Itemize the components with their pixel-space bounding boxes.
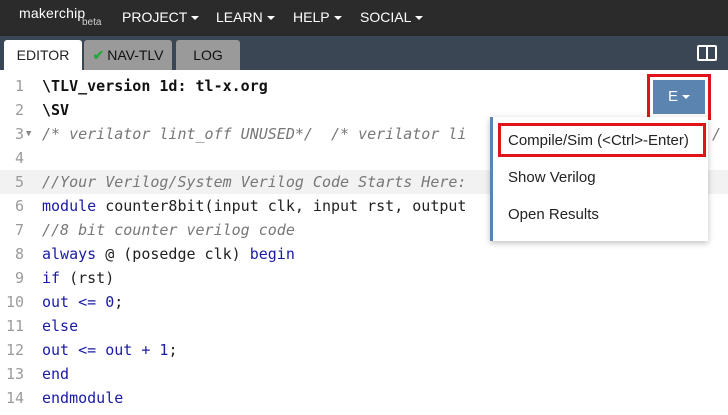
e-menu-button-label: E bbox=[667, 88, 678, 105]
code-line: 12 out <= out + 1; bbox=[0, 338, 728, 362]
chevron-down-icon bbox=[191, 16, 200, 20]
line-number: 11 bbox=[5, 317, 24, 335]
line-number: 12 bbox=[5, 341, 24, 359]
chevron-down-icon bbox=[682, 95, 690, 99]
line-number: 9 bbox=[14, 269, 24, 287]
line-number: 1 bbox=[14, 77, 24, 95]
code-line: 10 out <= 0; bbox=[0, 290, 728, 314]
code-line: 14 endmodule bbox=[0, 386, 728, 410]
tab-bar: EDITOR ✔ NAV-TLV LOG bbox=[0, 36, 728, 70]
line-number: 6 bbox=[14, 197, 24, 215]
line-text: always @ (posedge clk) begin bbox=[42, 245, 295, 263]
menu-project[interactable]: PROJECT bbox=[122, 9, 200, 25]
line-number: 5 bbox=[14, 173, 24, 191]
menu-social-label: SOCIAL bbox=[360, 9, 412, 25]
code-line: 9 if (rst) bbox=[0, 266, 728, 290]
line-text: out <= 0; bbox=[42, 293, 124, 311]
line-text: if (rst) bbox=[42, 269, 115, 287]
e-menu-button[interactable]: E bbox=[653, 80, 705, 114]
code-line: 11 else bbox=[0, 314, 728, 338]
line-number: 10 bbox=[5, 293, 24, 311]
line-text: out <= out + 1; bbox=[42, 341, 178, 359]
chevron-down-icon bbox=[415, 16, 424, 20]
logo-text: makerchip bbox=[19, 5, 86, 21]
line-text: module counter8bit(input clk, input rst,… bbox=[42, 197, 467, 215]
menu-help-label: HELP bbox=[293, 9, 330, 25]
line-number: 13 bbox=[5, 365, 24, 383]
menu-learn-label: LEARN bbox=[216, 9, 263, 25]
fold-arrow-icon[interactable]: ▼ bbox=[26, 122, 31, 146]
line-number: 2 bbox=[14, 101, 24, 119]
line-number: 7 bbox=[14, 221, 24, 239]
menu-item-show-verilog[interactable]: Show Verilog bbox=[493, 160, 708, 196]
line-text: //8 bit counter verilog code bbox=[42, 221, 295, 239]
line-text: end bbox=[42, 365, 70, 383]
compile-sim-highlight bbox=[498, 123, 706, 157]
beta-label: beta bbox=[82, 17, 102, 28]
chevron-down-icon bbox=[333, 16, 342, 20]
line-text: \TLV_version 1d: tl-x.org bbox=[42, 77, 268, 95]
line-number: 4 bbox=[14, 149, 24, 167]
code-line: 1 \TLV_version 1d: tl-x.org bbox=[0, 74, 728, 98]
code-line: 8 always @ (posedge clk) begin bbox=[0, 242, 728, 266]
line-number: 3 bbox=[14, 125, 24, 143]
code-line: 13 end bbox=[0, 362, 728, 386]
top-nav-bar: makerchip beta PROJECT LEARN HELP SOCIAL bbox=[0, 0, 728, 36]
line-number: 8 bbox=[14, 245, 24, 263]
check-icon: ✔ bbox=[92, 47, 105, 63]
line-text-tail: / bbox=[712, 125, 722, 143]
line-text: \SV bbox=[42, 101, 70, 119]
tab-log[interactable]: LOG bbox=[176, 40, 240, 70]
menu-project-label: PROJECT bbox=[122, 9, 188, 25]
tab-nav-tlv[interactable]: ✔ NAV-TLV bbox=[84, 40, 172, 70]
menu-learn[interactable]: LEARN bbox=[216, 9, 275, 25]
tab-editor[interactable]: EDITOR bbox=[4, 40, 82, 70]
menu-item-open-results[interactable]: Open Results bbox=[493, 197, 708, 233]
menu-help[interactable]: HELP bbox=[293, 9, 342, 25]
line-text: //Your Verilog/System Verilog Code Start… bbox=[42, 173, 467, 191]
makerchip-logo[interactable]: makerchip beta bbox=[19, 5, 101, 28]
line-number: 14 bbox=[5, 389, 24, 407]
line-text: else bbox=[42, 317, 79, 335]
tab-nav-tlv-label: NAV-TLV bbox=[107, 47, 164, 63]
line-text: /* verilator lint_off UNUSED*/ /* verila… bbox=[42, 125, 467, 143]
menu-social[interactable]: SOCIAL bbox=[360, 9, 424, 25]
chevron-down-icon bbox=[266, 16, 275, 20]
line-text: endmodule bbox=[42, 389, 124, 407]
split-view-icon[interactable] bbox=[697, 45, 717, 61]
